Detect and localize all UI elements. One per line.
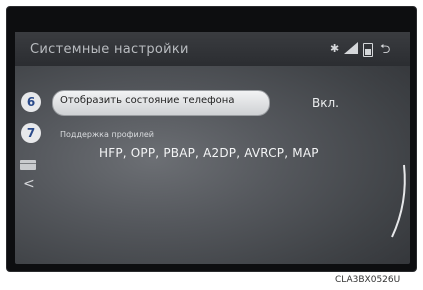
callout-7: 7 bbox=[21, 123, 41, 143]
signal-icon bbox=[344, 42, 358, 57]
page-title: Системные настройки bbox=[30, 42, 189, 57]
chevron-left-icon[interactable]: < bbox=[23, 176, 35, 192]
back-arrow-icon[interactable]: ⮌ bbox=[380, 40, 390, 62]
bluetooth-icon: ✱ bbox=[330, 42, 340, 55]
battery-icon bbox=[363, 43, 373, 57]
scroll-indicator[interactable] bbox=[386, 163, 410, 239]
phone-status-label: Отобразить состояние телефона bbox=[60, 95, 235, 106]
image-caption: CLA3BX0526U bbox=[335, 275, 401, 285]
list-icon[interactable] bbox=[20, 160, 36, 170]
profile-support-value: HFP, OPP, PBAP, A2DP, AVRCP, MAP bbox=[99, 146, 319, 160]
phone-status-value: Вкл. bbox=[312, 96, 339, 110]
profile-support-label: Поддержка профилей bbox=[60, 130, 154, 139]
callout-6: 6 bbox=[21, 92, 41, 112]
